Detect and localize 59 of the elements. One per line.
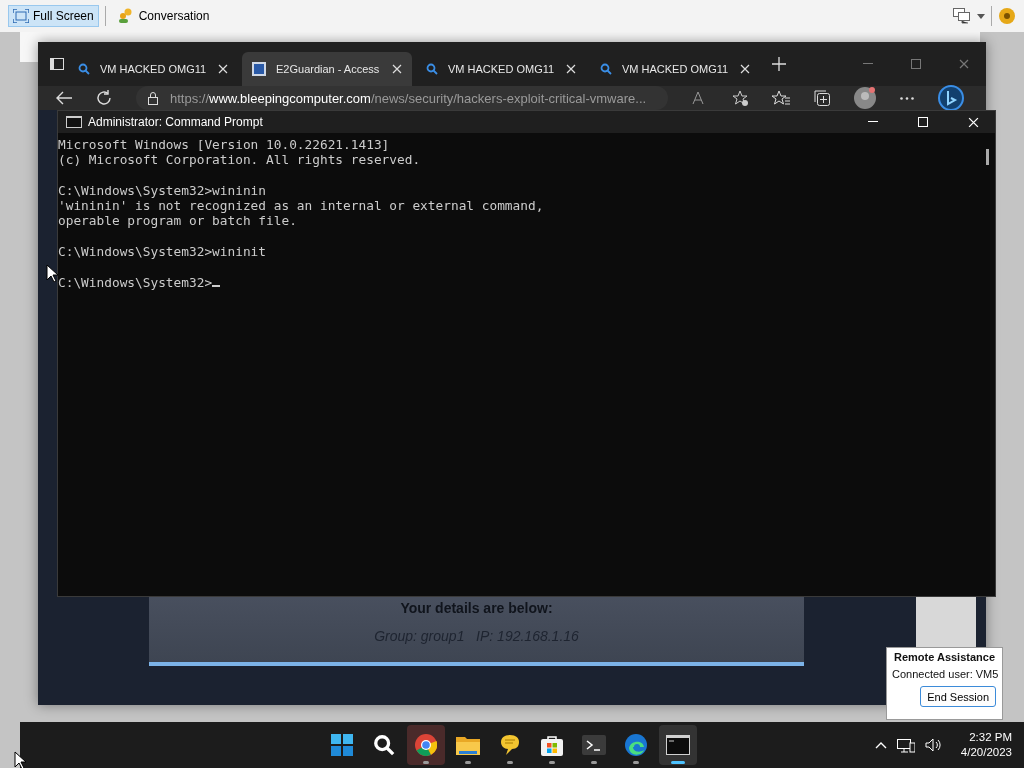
windows-logo-icon: [331, 734, 353, 756]
taskbar-app[interactable]: [659, 725, 697, 765]
volume-icon[interactable]: [924, 738, 943, 752]
profile-avatar-icon[interactable]: [854, 87, 876, 109]
browser-tab[interactable]: VM HACKED OMG11: [416, 52, 586, 86]
page-icon: [252, 62, 266, 76]
text-cursor: [212, 284, 221, 287]
terminal-icon: [582, 735, 606, 755]
minimize-icon[interactable]: [868, 121, 878, 123]
speech-bubble-icon: [500, 734, 520, 756]
taskbar-app[interactable]: [407, 725, 445, 765]
popup-title: Remote Assistance: [893, 651, 996, 663]
window-title: Administrator: Command Prompt: [88, 115, 263, 129]
lock-icon: [148, 91, 158, 105]
gear-icon[interactable]: [998, 7, 1016, 25]
console-line: C:\Windows\System32>wininit: [58, 244, 267, 260]
end-session-button[interactable]: End Session: [920, 686, 996, 707]
console-line: Microsoft Windows [Version 10.0.22621.1413]: [58, 137, 390, 152]
console-line: C:\Windows\System32>: [58, 274, 213, 290]
search-icon: [600, 63, 612, 75]
fullscreen-icon: [13, 9, 29, 23]
browser-tab[interactable]: E2Guardian - Access: [242, 52, 412, 86]
store-bag-icon: [541, 734, 563, 756]
search-icon: [373, 734, 395, 756]
console-line: C:\Windows\System32>wininin: [58, 182, 267, 198]
scrollbar-thumb[interactable]: [986, 149, 989, 165]
console-line: operable program or batch file.: [58, 213, 297, 229]
chrome-icon: [415, 734, 437, 756]
full-screen-button[interactable]: Full Screen: [8, 5, 99, 27]
edge-icon: [625, 734, 647, 756]
network-icon[interactable]: [896, 737, 915, 753]
search-icon: [426, 63, 438, 75]
refresh-icon[interactable]: [96, 90, 112, 106]
clock-time[interactable]: 2:32 PM: [969, 730, 1012, 745]
more-icon[interactable]: [900, 96, 914, 100]
address-bar[interactable]: https://www.bleepingcomputer.com/news/security/hackers-exploit-critical-vmware...: [136, 86, 668, 110]
dropdown-caret-icon[interactable]: [977, 13, 985, 19]
bing-icon[interactable]: [938, 85, 964, 111]
collections-icon[interactable]: [814, 90, 830, 106]
chevron-up-icon[interactable]: [874, 741, 887, 749]
console-line: (c) Microsoft Corporation. All rights reserved.: [58, 152, 421, 168]
sidebar-icon[interactable]: [50, 58, 64, 70]
clock-date[interactable]: 4/20/2023: [960, 745, 1012, 760]
browser-tab[interactable]: VM HACKED OMG11: [590, 52, 760, 86]
monitors-icon[interactable]: [953, 8, 971, 24]
console-line: 'wininin' is not recognized as an internal or external command,: [58, 198, 544, 214]
search-icon: [78, 63, 90, 75]
command-prompt-icon: [666, 735, 690, 755]
conversation-button[interactable]: Conversation: [111, 5, 215, 27]
details-heading: Your details are below:: [400, 600, 553, 616]
favorites-icon[interactable]: [772, 90, 790, 106]
mouse-pointer-icon: [14, 751, 26, 768]
command-prompt-icon: [66, 116, 82, 128]
connection-status: Connected user: VM5: [891, 668, 999, 680]
star-plus-icon[interactable]: [732, 90, 748, 106]
new-tab-icon[interactable]: [772, 57, 786, 71]
browser-tab[interactable]: VM HACKED OMG11: [68, 52, 238, 86]
folder-icon: [456, 735, 480, 755]
back-arrow-icon[interactable]: [56, 91, 72, 105]
